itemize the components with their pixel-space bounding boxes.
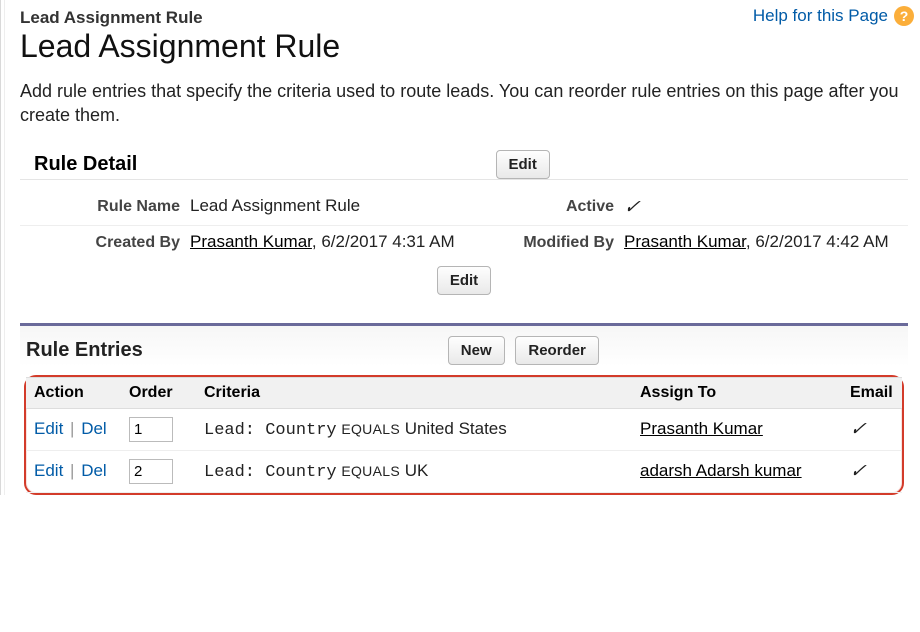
pipe-separator: | [68, 419, 76, 438]
criteria-prefix: Lead: Country [204, 421, 337, 440]
criteria-prefix: Lead: Country [204, 463, 337, 482]
check-icon: ✓ [622, 196, 641, 219]
edit-link[interactable]: Edit [34, 461, 63, 480]
order-input[interactable] [129, 459, 173, 484]
created-by-user-link[interactable]: Prasanth Kumar [190, 232, 312, 251]
rule-entries-heading: Rule Entries [26, 339, 143, 362]
pipe-separator: | [68, 461, 76, 480]
label-active: Active [494, 196, 624, 219]
help-icon[interactable]: ? [894, 6, 914, 26]
modified-by-user-link[interactable]: Prasanth Kumar [624, 232, 746, 251]
table-row: Edit | Del Lead: Country EQUALS United S… [26, 408, 902, 450]
page-description: Add rule entries that specify the criter… [20, 79, 908, 128]
label-modified-by: Modified By [494, 232, 624, 252]
check-icon: ✓ [848, 418, 867, 441]
reorder-button[interactable]: Reorder [515, 336, 599, 365]
criteria-value: United States [405, 419, 507, 438]
rule-entries-annotation: Action Order Criteria Assign To Email Ed… [24, 375, 904, 495]
rule-entries-table: Action Order Criteria Assign To Email Ed… [26, 377, 902, 493]
modified-by-date: , 6/2/2017 4:42 AM [746, 232, 889, 251]
rule-entries-block: Rule Entries New Reorder Action Order Cr… [20, 323, 908, 495]
rule-detail-heading: Rule Detail [34, 153, 137, 176]
rule-detail-header: Rule Detail Edit [20, 150, 908, 180]
del-link[interactable]: Del [81, 419, 107, 438]
col-order: Order [121, 377, 196, 408]
help-link[interactable]: Help for this Page [753, 6, 888, 26]
value-created-by: Prasanth Kumar, 6/2/2017 4:31 AM [190, 232, 494, 252]
edit-link[interactable]: Edit [34, 419, 63, 438]
check-icon: ✓ [848, 460, 867, 483]
value-active: ✓ [624, 196, 908, 219]
criteria-op: EQUALS [341, 421, 400, 437]
value-rule-name: Lead Assignment Rule [190, 196, 494, 219]
criteria-value: UK [405, 461, 429, 480]
edit-button[interactable]: Edit [496, 150, 550, 179]
col-action: Action [26, 377, 121, 408]
page-title: Lead Assignment Rule [20, 28, 908, 65]
created-by-date: , 6/2/2017 4:31 AM [312, 232, 455, 251]
help-link-wrap: Help for this Page ? [753, 6, 914, 26]
edit-button-bottom[interactable]: Edit [437, 266, 491, 295]
del-link[interactable]: Del [81, 461, 107, 480]
value-modified-by: Prasanth Kumar, 6/2/2017 4:42 AM [624, 232, 908, 252]
assign-to-link[interactable]: adarsh Adarsh kumar [640, 461, 802, 480]
order-input[interactable] [129, 417, 173, 442]
col-criteria: Criteria [196, 377, 632, 408]
rule-detail-grid: Rule Name Lead Assignment Rule Active ✓ … [20, 190, 908, 258]
col-assign-to: Assign To [632, 377, 842, 408]
criteria-op: EQUALS [341, 463, 400, 479]
table-row: Edit | Del Lead: Country EQUALS UK adars… [26, 450, 902, 492]
page-left-border [0, 0, 8, 495]
assign-to-link[interactable]: Prasanth Kumar [640, 419, 763, 438]
new-button[interactable]: New [448, 336, 505, 365]
label-rule-name: Rule Name [20, 196, 190, 219]
label-created-by: Created By [20, 232, 190, 252]
col-email: Email [842, 377, 902, 408]
